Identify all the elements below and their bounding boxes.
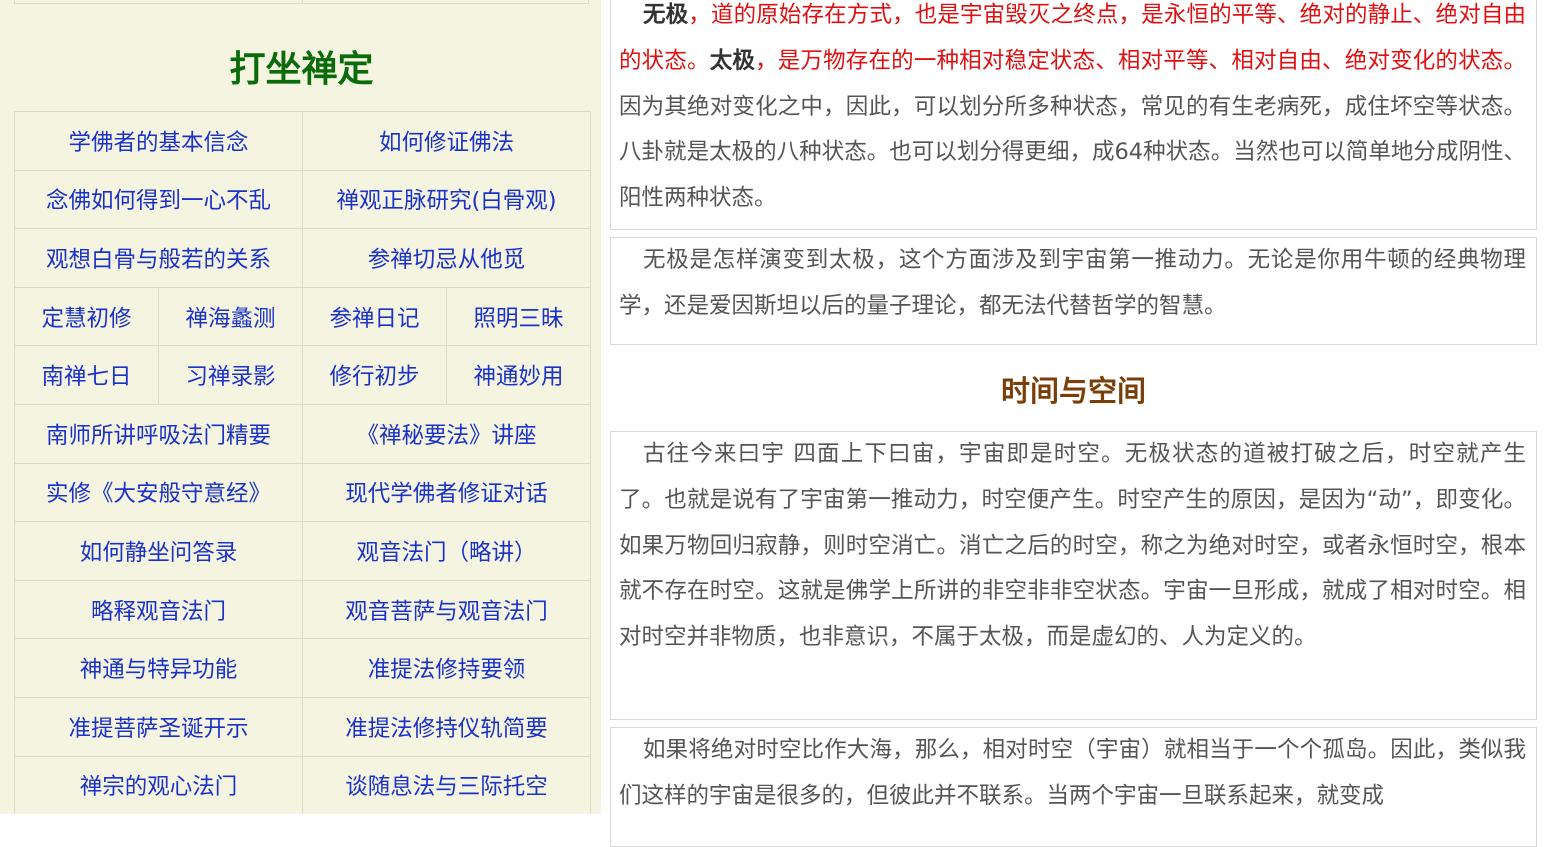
link-cell: 参禅切忌从他觅 (302, 228, 592, 288)
link-cell: 谈随息法与三际托空 (302, 755, 592, 814)
links-row: 神通与特异功能 准提法修持要领 (13, 638, 592, 698)
article-link[interactable]: 观音菩萨与观音法门 (345, 599, 548, 625)
article-link[interactable]: 念佛如何得到一心不乱 (46, 188, 271, 214)
article-link[interactable]: 观音法门（略讲） (357, 540, 537, 566)
link-cell: 南禅七日 (14, 345, 159, 405)
links-row: 略释观音法门 观音菩萨与观音法门 (13, 579, 592, 640)
term-taiji: 太极 (709, 47, 756, 74)
taiji-definition: ，是万物存在的一种相对稳定状态、相对平等、相对自由、绝对变化的状态。 (755, 47, 1526, 74)
article-link[interactable]: 准提法修持仪轨简要 (345, 716, 548, 742)
article-link[interactable]: 禅宗的观心法门 (80, 774, 238, 800)
article-link[interactable]: 神通与特异功能 (80, 657, 238, 683)
links-row: 念佛如何得到一心不乱 禅观正脉研究(白骨观) (13, 169, 592, 230)
links-row: 学佛者的基本信念 如何修证佛法 (13, 111, 592, 171)
article-link[interactable]: 禅观正脉研究(白骨观) (336, 188, 556, 214)
link-cell: 禅海蠡测 (157, 286, 304, 347)
links-row: 定慧初修 禅海蠡测 参禅日记 照明三昧 (14, 286, 592, 347)
article-link[interactable]: 参禅切忌从他觅 (368, 247, 526, 273)
section-heading: 时间与空间 (1000, 374, 1146, 408)
article-link[interactable]: 《禅秘要法》讲座 (357, 423, 537, 449)
link-cell: 如何静坐问答录 (13, 521, 304, 581)
previous-table-bottom (14, 0, 589, 4)
article-link[interactable]: 定慧初修 (41, 306, 131, 332)
article-link[interactable]: 谈随息法与三际托空 (345, 774, 548, 800)
article-link[interactable]: 神通妙用 (474, 364, 564, 390)
article-link[interactable]: 南禅七日 (41, 364, 131, 390)
article-link[interactable]: 参禅日记 (330, 306, 420, 332)
article-link[interactable]: 如何修证佛法 (379, 130, 514, 156)
link-cell: 观想白骨与般若的关系 (13, 228, 304, 288)
paragraph-box-2: 无极是怎样演变到太极，这个方面涉及到宇宙第一推动力。无论是你用牛顿的经典物理学，… (610, 237, 1537, 345)
paragraph-1-rest: 因为其绝对变化之中，因此，可以划分所多种状态，常见的有生老病死，成住坏空等状态。… (619, 93, 1526, 212)
link-cell: 神通与特异功能 (13, 638, 304, 698)
link-cell: 《禅秘要法》讲座 (302, 403, 592, 464)
sidebar: 打坐禅定 学佛者的基本信念 如何修证佛法念佛如何得到一心不乱 禅观正脉研究(白骨观)… (0, 0, 601, 814)
link-cell: 学佛者的基本信念 (13, 111, 304, 171)
paragraph-1: 无极，道的原始存在方式，也是宇宙毁灭之终点，是永恒的平等、绝对的静止、绝对自由的… (619, 0, 1526, 222)
links-row: 如何静坐问答录 观音法门（略讲） (13, 521, 592, 581)
meditation-links-table: 学佛者的基本信念 如何修证佛法念佛如何得到一心不乱 禅观正脉研究(白骨观) 观想白骨与… (13, 111, 592, 814)
links-row: 观想白骨与般若的关系 参禅切忌从他觅 (13, 228, 592, 288)
article-link[interactable]: 学佛者的基本信念 (69, 130, 249, 156)
article-link[interactable]: 观想白骨与般若的关系 (46, 247, 271, 273)
link-cell: 准提菩萨圣诞开示 (13, 696, 304, 757)
link-cell: 准提法修持仪轨简要 (302, 696, 592, 757)
article-link[interactable]: 修行初步 (330, 364, 420, 390)
section-title: 打坐禅定 (229, 49, 374, 90)
paragraph-2: 无极是怎样演变到太极，这个方面涉及到宇宙第一推动力。无论是你用牛顿的经典物理学，… (619, 247, 1526, 319)
links-row: 实修《大安般守意经》 现代学佛者修证对话 (13, 462, 592, 523)
link-cell: 修行初步 (302, 345, 448, 405)
link-cell: 如何修证佛法 (302, 111, 592, 171)
article-link[interactable]: 习禅录影 (186, 364, 276, 390)
article-link[interactable]: 如何静坐问答录 (80, 540, 238, 566)
link-cell: 参禅日记 (302, 286, 448, 347)
links-row: 禅宗的观心法门 谈随息法与三际托空 (13, 755, 592, 814)
link-cell: 习禅录影 (157, 345, 304, 405)
term-wuji: 无极 (643, 2, 689, 28)
article-link[interactable]: 准提法修持要领 (368, 657, 526, 683)
paragraph-4: 如果将绝对时空比作大海，那么，相对时空（宇宙）就相当于一个个孤岛。因此，类似我们… (619, 737, 1526, 809)
link-cell: 略释观音法门 (13, 579, 304, 640)
link-cell: 照明三昧 (446, 286, 592, 347)
article-link[interactable]: 禅海蠡测 (186, 306, 276, 332)
link-cell: 禅观正脉研究(白骨观) (302, 169, 592, 230)
links-row: 南师所讲呼吸法门精要 《禅秘要法》讲座 (13, 403, 592, 464)
paragraph-3: 古往今来曰宇 四面上下曰宙，宇宙即是时空。无极状态的道被打破之后，时空就产生了。… (619, 441, 1526, 651)
link-cell: 禅宗的观心法门 (13, 755, 304, 814)
article-link[interactable]: 照明三昧 (474, 306, 564, 332)
link-cell: 观音法门（略讲） (302, 521, 592, 581)
paragraph-box-3: 古往今来曰宇 四面上下曰宙，宇宙即是时空。无极状态的道被打破之后，时空就产生了。… (610, 431, 1537, 720)
paragraph-box-4: 如果将绝对时空比作大海，那么，相对时空（宇宙）就相当于一个个孤岛。因此，类似我们… (610, 727, 1537, 847)
link-cell: 准提法修持要领 (302, 638, 592, 698)
article-link[interactable]: 现代学佛者修证对话 (345, 481, 548, 507)
article-link[interactable]: 准提菩萨圣诞开示 (69, 716, 249, 742)
links-row: 准提菩萨圣诞开示 准提法修持仪轨简要 (13, 696, 592, 757)
link-cell: 念佛如何得到一心不乱 (13, 169, 304, 230)
article-link[interactable]: 南师所讲呼吸法门精要 (46, 423, 271, 449)
article-link[interactable]: 略释观音法门 (91, 599, 226, 625)
link-cell: 实修《大安般守意经》 (13, 462, 304, 523)
link-cell: 现代学佛者修证对话 (302, 462, 592, 523)
link-cell: 定慧初修 (14, 286, 159, 347)
link-cell: 南师所讲呼吸法门精要 (13, 403, 304, 464)
link-cell: 观音菩萨与观音法门 (302, 579, 592, 640)
article-link[interactable]: 实修《大安般守意经》 (46, 481, 271, 507)
link-cell: 神通妙用 (446, 345, 592, 405)
links-row: 南禅七日 习禅录影 修行初步 神通妙用 (14, 345, 592, 405)
paragraph-box-1: 无极，道的原始存在方式，也是宇宙毁灭之终点，是永恒的平等、绝对的静止、绝对自由的… (610, 0, 1537, 230)
